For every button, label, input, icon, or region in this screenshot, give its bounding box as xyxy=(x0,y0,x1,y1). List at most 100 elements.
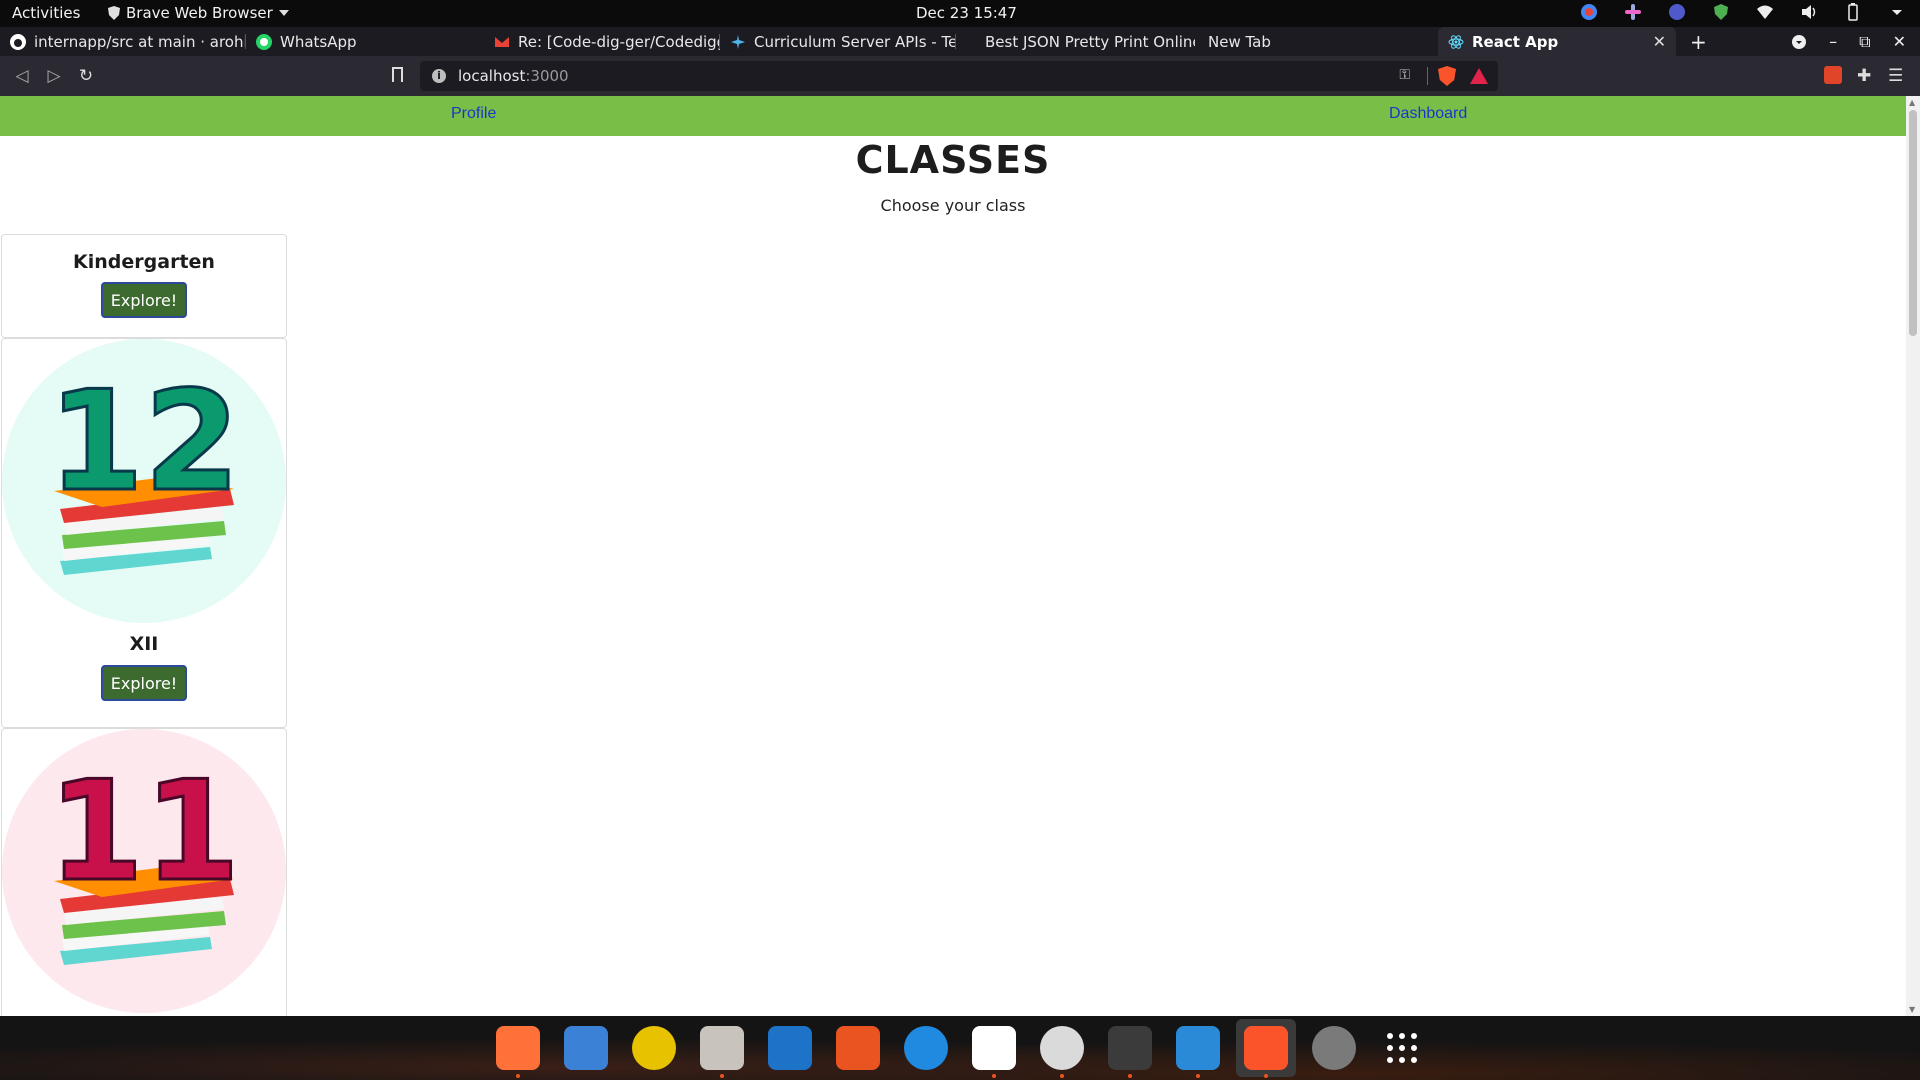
help-icon[interactable] xyxy=(904,1026,948,1070)
page-title: CLASSES xyxy=(855,138,1051,182)
tab-label: New Tab xyxy=(1208,32,1271,51)
dock-wallpaper xyxy=(0,1016,1920,1080)
page-subtitle: Choose your class xyxy=(880,196,1026,215)
password-key-icon[interactable]: ⚿ xyxy=(1399,67,1410,83)
class-title: XII xyxy=(129,633,159,655)
app-grid-icon[interactable] xyxy=(1380,1026,1424,1070)
files-icon[interactable] xyxy=(700,1026,744,1070)
class-card-xi: 11 xyxy=(1,728,287,1016)
activities-button[interactable]: Activities xyxy=(12,4,80,22)
battery-icon[interactable] xyxy=(1844,3,1862,21)
terminal-icon[interactable] xyxy=(1108,1026,1152,1070)
slack-tray-icon[interactable] xyxy=(1624,3,1642,21)
confluence-icon xyxy=(731,34,745,49)
menu-icon[interactable]: ☰ xyxy=(1888,66,1906,86)
whatsapp-icon xyxy=(256,33,272,50)
top-navbar: Profile Dashboard xyxy=(0,96,1906,136)
chrome-indicator-icon[interactable] xyxy=(1580,3,1598,21)
gmail-icon xyxy=(495,36,509,47)
url-port: :3000 xyxy=(525,67,569,85)
app-menu[interactable]: Brave Web Browser xyxy=(108,4,289,22)
tab-react-app[interactable]: React App ✕ xyxy=(1438,27,1676,56)
class-number-label: 12 xyxy=(48,361,240,522)
extension-icon[interactable] xyxy=(1824,66,1842,84)
caret-down-icon xyxy=(278,10,289,16)
tab-new-tab[interactable]: New Tab xyxy=(1198,27,1438,56)
writer-icon[interactable] xyxy=(768,1026,812,1070)
explore-button[interactable]: Explore! xyxy=(101,282,187,318)
system-tray xyxy=(1580,3,1906,21)
app-menu-label: Brave Web Browser xyxy=(126,4,273,22)
restore-icon[interactable]: ⧉ xyxy=(1859,32,1870,52)
vpn-shield-icon[interactable] xyxy=(1712,3,1730,21)
scroll-down-arrow-icon[interactable]: ▼ xyxy=(1909,1005,1915,1014)
brave-rewards-icon[interactable] xyxy=(1470,68,1488,84)
tab-label: WhatsApp xyxy=(280,32,357,51)
tab-label: Re: [Code-dig-ger/Codedigger xyxy=(518,32,720,51)
github-icon xyxy=(10,33,26,50)
class-xii-image: 12 xyxy=(2,339,286,623)
address-bar[interactable]: i localhost:3000 ⚿ xyxy=(420,61,1498,91)
url-host: localhost xyxy=(458,67,526,85)
bookmark-icon[interactable] xyxy=(392,67,403,82)
divider xyxy=(1427,67,1428,85)
tab-label: internapp/src at main · arohia xyxy=(34,32,246,51)
minimize-icon[interactable]: – xyxy=(1829,32,1837,51)
firefox-icon[interactable] xyxy=(496,1026,540,1070)
updater-icon[interactable] xyxy=(1040,1026,1084,1070)
page-viewport: Profile Dashboard CLASSES Choose your cl… xyxy=(0,96,1906,1016)
window-controls: – ⧉ ✕ xyxy=(1791,27,1920,56)
clock[interactable]: Dec 23 15:47 xyxy=(916,4,1017,22)
page-scrollbar[interactable]: ▲ ▼ xyxy=(1906,96,1920,1016)
running-indicator xyxy=(1128,1074,1132,1078)
tab-whatsapp[interactable]: WhatsApp xyxy=(246,27,484,56)
profile-menu-icon[interactable] xyxy=(1791,34,1807,50)
class-card-xii: 12 XII Explore! xyxy=(1,338,287,728)
brave-shields-icon[interactable] xyxy=(1438,66,1456,86)
site-info-icon[interactable]: i xyxy=(432,69,446,83)
class-xi-image: 11 xyxy=(2,729,286,1013)
extensions-puzzle-icon[interactable]: ✚ xyxy=(1857,66,1875,86)
thunderbird-icon[interactable] xyxy=(564,1026,608,1070)
running-indicator xyxy=(516,1074,520,1078)
tab-strip: internapp/src at main · arohia WhatsApp … xyxy=(0,27,1920,56)
vscode-icon[interactable] xyxy=(1176,1026,1220,1070)
scrollbar-thumb[interactable] xyxy=(1909,110,1917,336)
tab-gmail[interactable]: Re: [Code-dig-ger/Codedigger xyxy=(484,27,720,56)
scroll-up-arrow-icon[interactable]: ▲ xyxy=(1909,98,1915,107)
reload-icon[interactable]: ↻ xyxy=(76,66,96,86)
software-icon[interactable] xyxy=(836,1026,880,1070)
running-indicator xyxy=(720,1074,724,1078)
running-indicator xyxy=(1196,1074,1200,1078)
running-indicator xyxy=(1264,1074,1268,1078)
close-tab-icon[interactable]: ✕ xyxy=(1653,32,1666,51)
brave-icon[interactable] xyxy=(1244,1026,1288,1070)
disks-icon[interactable] xyxy=(1312,1026,1356,1070)
rhythmbox-icon[interactable] xyxy=(632,1026,676,1070)
back-icon[interactable]: ◁ xyxy=(12,66,32,86)
running-indicator xyxy=(992,1074,996,1078)
system-top-bar: Activities Brave Web Browser Dec 23 15:4… xyxy=(0,0,1920,27)
new-tab-icon[interactable]: + xyxy=(1690,30,1707,54)
class-card-kindergarten: Kindergarten Explore! xyxy=(1,234,287,338)
class-title: Kindergarten xyxy=(73,251,215,273)
tab-json-pretty[interactable]: Best JSON Pretty Print Online xyxy=(975,27,1195,56)
dock xyxy=(0,1016,1920,1080)
tab-label: Curriculum Server APIs - Techr xyxy=(754,32,956,51)
wifi-icon[interactable] xyxy=(1756,3,1774,21)
react-icon xyxy=(1448,34,1464,49)
tab-confluence[interactable]: Curriculum Server APIs - Techr xyxy=(720,27,956,56)
close-window-icon[interactable]: ✕ xyxy=(1893,32,1906,51)
nav-dashboard-link[interactable]: Dashboard xyxy=(1389,105,1467,123)
class-number-label: 11 xyxy=(48,751,240,912)
explore-button[interactable]: Explore! xyxy=(101,665,187,701)
system-menu-caret-icon[interactable] xyxy=(1888,3,1906,21)
forward-icon[interactable]: ▷ xyxy=(44,66,64,86)
running-indicator xyxy=(1060,1074,1064,1078)
nav-profile-link[interactable]: Profile xyxy=(451,105,496,123)
tab-github[interactable]: internapp/src at main · arohia xyxy=(0,27,246,56)
volume-icon[interactable] xyxy=(1800,3,1818,21)
teams-tray-icon[interactable] xyxy=(1668,3,1686,21)
tab-label: Best JSON Pretty Print Online xyxy=(985,32,1195,51)
slack-icon[interactable] xyxy=(972,1026,1016,1070)
